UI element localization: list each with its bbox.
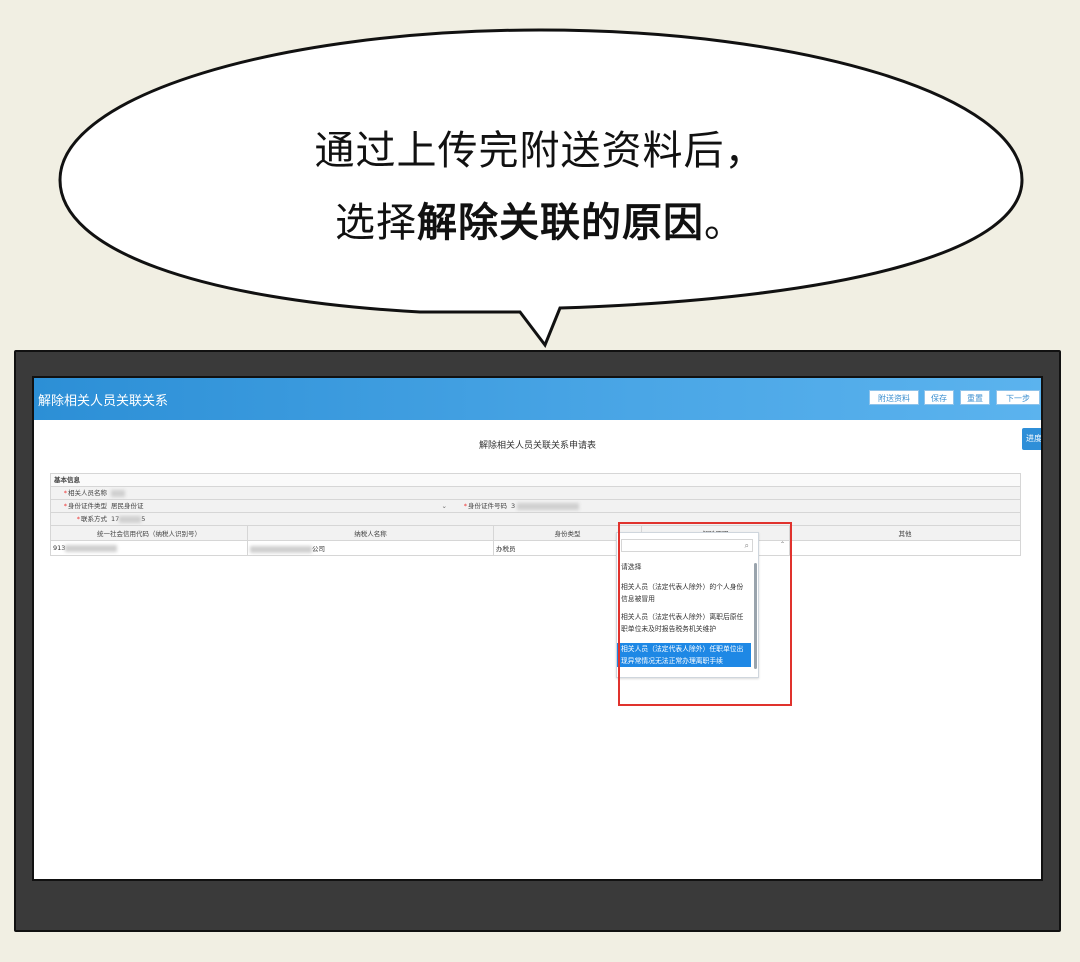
bubble-line-2-prefix: 选择 <box>335 200 417 246</box>
id-type-label: *身份证件类型 <box>63 502 107 510</box>
cell-taxpayer-name: 公司 <box>247 540 494 556</box>
table-header-row: 统一社会信用代码（纳税人识别号） 纳税人名称 身份类型 解除原因 其他 <box>50 525 1021 541</box>
person-name-value <box>111 487 125 499</box>
header-other: 其他 <box>789 525 1021 541</box>
attach-docs-button[interactable]: 附送资料 <box>869 390 919 405</box>
table-row: 913 公司 办税员 其他⌃ <box>50 540 1021 556</box>
monitor-frame: 解除相关人员关联关系 附送资料 保存 重置 下一步 进度 解除相关人员关联关系申… <box>14 350 1061 932</box>
bubble-line-1: 通过上传完附送资料后， <box>314 128 766 174</box>
app-screen: 解除相关人员关联关系 附送资料 保存 重置 下一步 进度 解除相关人员关联关系申… <box>32 376 1043 881</box>
id-type-select[interactable]: 居民身份证 ⌄ <box>111 500 447 512</box>
person-name-label: *相关人员名称 <box>63 489 107 497</box>
contact-label: *联系方式 <box>76 515 107 523</box>
app-header: 解除相关人员关联关系 附送资料 保存 重置 下一步 <box>34 378 1041 420</box>
bubble-line-2-bold: 解除关联的原因 <box>417 200 704 246</box>
reset-button[interactable]: 重置 <box>960 390 990 405</box>
chevron-down-icon: ⌄ <box>441 502 447 510</box>
bubble-line-2: 选择解除关联的原因。 <box>180 190 900 248</box>
row-person-name: *相关人员名称 <box>50 487 1021 500</box>
red-highlight-box <box>618 522 792 706</box>
application-form: 基本信息 *相关人员名称 *身份证件类型 居民身份证 ⌄ *身份证件号码 3 *联… <box>50 473 1021 556</box>
app-title: 解除相关人员关联关系 <box>38 394 169 409</box>
header-credit-code: 统一社会信用代码（纳税人识别号） <box>50 525 248 541</box>
cell-credit-code: 913 <box>50 540 248 556</box>
id-number-label: *身份证件号码 <box>463 502 507 510</box>
bubble-line-2-suffix: 。 <box>704 200 745 246</box>
header-taxpayer-name: 纳税人名称 <box>247 525 494 541</box>
section-basic-info: 基本信息 <box>50 473 1021 487</box>
id-number-value[interactable]: 3 <box>511 500 580 512</box>
form-title: 解除相关人员关联关系申请表 <box>478 441 596 451</box>
row-contact: *联系方式 17 5 <box>50 513 1021 526</box>
cell-other[interactable] <box>789 540 1021 556</box>
contact-value[interactable]: 17 5 <box>111 513 145 525</box>
relation-table: 统一社会信用代码（纳税人识别号） 纳税人名称 身份类型 解除原因 其他 913 … <box>50 525 1021 556</box>
row-id-type: *身份证件类型 居民身份证 ⌄ *身份证件号码 3 <box>50 500 1021 513</box>
next-step-button[interactable]: 下一步 <box>996 390 1040 405</box>
save-button[interactable]: 保存 <box>924 390 954 405</box>
